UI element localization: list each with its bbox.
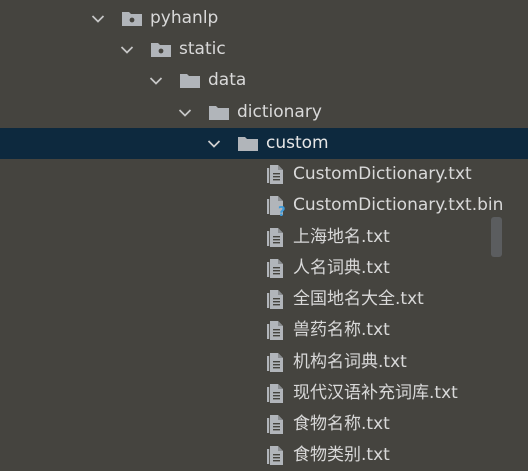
text-file-icon [267, 222, 285, 253]
text-file-icon [267, 409, 285, 440]
tree-item-label: data [208, 70, 247, 90]
tree-item-label: 兽药名称.txt [293, 320, 390, 340]
tree-item-label: custom [266, 133, 329, 153]
tree-item-label: 人名词典.txt [293, 258, 390, 278]
folder-icon [208, 97, 230, 128]
tree-item-file[interactable]: 食物类别.txt [0, 440, 528, 471]
text-file-icon [267, 440, 285, 471]
text-file-icon [267, 284, 285, 315]
tree-item-label: pyhanlp [150, 8, 219, 28]
folder-icon [179, 65, 201, 96]
tree-item-file[interactable]: 食物名称.txt [0, 409, 528, 440]
tree-item-file[interactable]: 兽药名称.txt [0, 315, 528, 346]
tree-item-file[interactable]: 人名词典.txt [0, 253, 528, 284]
tree-item-file[interactable]: 机构名词典.txt [0, 347, 528, 378]
folder-icon [237, 128, 259, 159]
tree-item-label: CustomDictionary.txt [293, 164, 472, 184]
chevron-down-icon[interactable] [175, 97, 195, 128]
package-folder-icon [150, 34, 172, 65]
tree-item-label: 现代汉语补充词库.txt [293, 383, 458, 403]
tree-item-file[interactable]: 全国地名大全.txt [0, 284, 528, 315]
text-file-icon [267, 253, 285, 284]
chevron-down-icon[interactable] [204, 128, 224, 159]
chevron-down-icon[interactable] [88, 3, 108, 34]
chevron-down-icon[interactable] [117, 34, 137, 65]
tree-item-file[interactable]: 上海地名.txt [0, 222, 528, 253]
tree-item-pyhanlp[interactable]: pyhanlp [0, 3, 528, 34]
tree-item-label: dictionary [237, 102, 322, 122]
svg-text:?: ? [278, 205, 286, 217]
tree-item-static[interactable]: static [0, 34, 528, 65]
package-folder-icon [121, 3, 143, 34]
tree-item-file[interactable]: 现代汉语补充词库.txt [0, 378, 528, 409]
vertical-scrollbar-thumb[interactable] [491, 217, 502, 257]
tree-item-file[interactable]: ? CustomDictionary.txt.bin [0, 190, 528, 221]
unknown-file-icon: ? [267, 190, 289, 221]
tree-item-label: 机构名词典.txt [293, 352, 407, 372]
chevron-down-icon[interactable] [146, 65, 166, 96]
tree-item-label: 全国地名大全.txt [293, 289, 424, 309]
tree-item-label: static [179, 39, 226, 59]
tree-item-custom[interactable]: custom [0, 128, 528, 159]
text-file-icon [267, 159, 285, 190]
text-file-icon [267, 347, 285, 378]
text-file-icon [267, 315, 285, 346]
tree-item-file[interactable]: CustomDictionary.txt [0, 159, 528, 190]
project-tree: pyhanlp static data dictionary custom Cu… [0, 0, 528, 471]
tree-item-label: CustomDictionary.txt.bin [293, 195, 504, 215]
tree-item-label: 食物名称.txt [293, 414, 390, 434]
text-file-icon [267, 378, 285, 409]
tree-item-label: 食物类别.txt [293, 445, 390, 465]
tree-item-dictionary[interactable]: dictionary [0, 97, 528, 128]
tree-item-data[interactable]: data [0, 65, 528, 96]
tree-item-label: 上海地名.txt [293, 227, 390, 247]
